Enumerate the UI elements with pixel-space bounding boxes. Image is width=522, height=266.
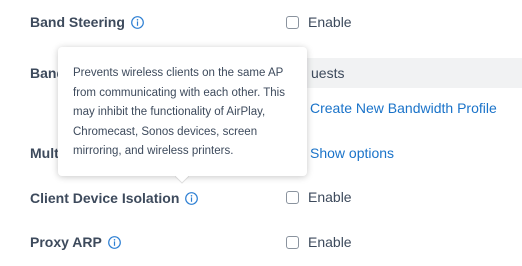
create-bandwidth-profile-link[interactable]: Create New Bandwidth Profile [310,100,497,116]
info-icon[interactable] [131,15,144,29]
client-isolation-enable-label: Enable [308,189,352,205]
band-steering-enable[interactable]: Enable [286,12,352,32]
show-options-link[interactable]: Show options [310,145,394,161]
client-isolation-label: Client Device Isolation [30,190,180,206]
band-steering-label: Band Steering [30,14,125,30]
client-isolation-enable[interactable]: Enable [286,187,352,207]
client-isolation-checkbox[interactable] [286,190,299,204]
multicast-label: Mult [30,145,59,161]
bandwidth-profile-value: uests [311,65,345,81]
band-steering-enable-label: Enable [308,14,352,30]
settings-panel: Band Steering Enable Band uests Create N… [0,0,522,266]
proxy-arp-enable-label: Enable [308,234,352,250]
band-steering-row-label: Band Steering [30,12,144,32]
proxy-arp-label: Proxy ARP [30,234,102,250]
info-icon[interactable] [107,235,121,249]
band-steering-checkbox[interactable] [286,15,299,29]
proxy-arp-enable[interactable]: Enable [286,232,352,252]
proxy-arp-checkbox[interactable] [286,235,299,249]
info-icon[interactable] [185,191,199,205]
proxy-arp-row-label: Proxy ARP [30,232,121,252]
bandwidth-profile-select[interactable]: uests [286,58,522,88]
tooltip-arrow [175,176,189,184]
tooltip-text: Prevents wireless clients on the same AP… [73,67,285,158]
client-isolation-tooltip: Prevents wireless clients on the same AP… [58,47,307,176]
multicast-row-label: Mult [30,143,59,163]
client-isolation-row-label: Client Device Isolation [30,188,199,208]
